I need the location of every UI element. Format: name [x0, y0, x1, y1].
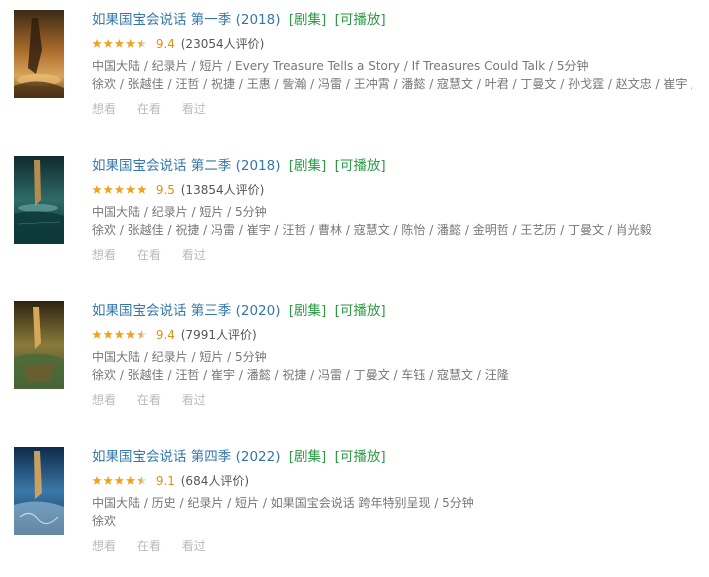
want-to-watch-button[interactable]: 想看 [92, 248, 116, 262]
result-item: 如果国宝会说话 第三季 (2020) [剧集] [可播放] 9.4 (7991人… [0, 301, 709, 431]
tag-playable[interactable]: [可播放] [335, 158, 386, 174]
cast-list: 徐欢 / 张越佳 / 祝捷 / 冯雷 / 崔宇 / 汪哲 / 曹林 / 寇慧文 … [92, 223, 652, 237]
want-to-watch-button[interactable]: 想看 [92, 539, 116, 553]
poster-image[interactable] [14, 10, 64, 98]
rating-count: (13854人评价) [180, 183, 265, 197]
result-item: 如果国宝会说话 第一季 (2018) [剧集] [可播放] 9.4 (23054… [0, 10, 709, 140]
star-icon [114, 38, 124, 48]
item-title[interactable]: 如果国宝会说话 第三季 (2020) [92, 303, 280, 319]
rating-stars [92, 329, 147, 339]
star-icon [114, 184, 124, 194]
tag-series[interactable]: [剧集] [289, 303, 327, 319]
cast-list: 徐欢 / 张越佳 / 汪哲 / 祝捷 / 王惠 / 訾瀚 / 冯雷 / 王冲霄 … [92, 77, 692, 91]
star-icon [126, 475, 136, 485]
star-icon [103, 184, 113, 194]
poster-image[interactable] [14, 156, 64, 244]
rating-score: 9.1 [155, 474, 175, 488]
rating-stars [92, 184, 147, 194]
poster-image[interactable] [14, 447, 64, 535]
watched-button[interactable]: 看过 [182, 102, 206, 116]
watched-button[interactable]: 看过 [182, 393, 206, 407]
result-item: 如果国宝会说话 第二季 (2018) [剧集] [可播放] 9.5 (13854… [0, 156, 709, 286]
star-icon [114, 329, 124, 339]
result-item: 如果国宝会说话 第四季 (2022) [剧集] [可播放] 9.1 (684人评… [0, 447, 709, 577]
item-title[interactable]: 如果国宝会说话 第二季 (2018) [92, 158, 280, 174]
rating-count: (23054人评价) [180, 37, 265, 51]
item-title[interactable]: 如果国宝会说话 第一季 (2018) [92, 12, 280, 28]
meta-info: 中国大陆 / 纪录片 / 短片 / Every Treasure Tells a… [92, 59, 589, 73]
want-to-watch-button[interactable]: 想看 [92, 102, 116, 116]
tag-playable[interactable]: [可播放] [335, 449, 386, 465]
star-icon [126, 329, 136, 339]
star-icon [103, 329, 113, 339]
star-icon [92, 38, 102, 48]
tag-playable[interactable]: [可播放] [335, 12, 386, 28]
meta-info: 中国大陆 / 历史 / 纪录片 / 短片 / 如果国宝会说话 跨年特别呈现 / … [92, 496, 474, 510]
tag-playable[interactable]: [可播放] [335, 303, 386, 319]
star-icon [126, 184, 136, 194]
watching-button[interactable]: 在看 [137, 539, 161, 553]
star-icon [114, 475, 124, 485]
cast-list: 徐欢 [92, 514, 117, 528]
star-icon [126, 38, 136, 48]
rating-count: (684人评价) [180, 474, 250, 488]
star-icon [137, 475, 147, 485]
watched-button[interactable]: 看过 [182, 248, 206, 262]
rating-stars [92, 475, 147, 485]
watched-button[interactable]: 看过 [182, 539, 206, 553]
tag-series[interactable]: [剧集] [289, 12, 327, 28]
meta-info: 中国大陆 / 纪录片 / 短片 / 5分钟 [92, 350, 267, 364]
rating-score: 9.5 [155, 183, 175, 197]
rating-stars [92, 38, 147, 48]
rating-score: 9.4 [155, 328, 175, 342]
star-icon [92, 184, 102, 194]
item-title[interactable]: 如果国宝会说话 第四季 (2022) [92, 449, 280, 465]
rating-count: (7991人评价) [180, 328, 257, 342]
meta-info: 中国大陆 / 纪录片 / 短片 / 5分钟 [92, 205, 267, 219]
star-icon [92, 329, 102, 339]
watching-button[interactable]: 在看 [137, 393, 161, 407]
star-icon [137, 38, 147, 48]
tag-series[interactable]: [剧集] [289, 158, 327, 174]
watching-button[interactable]: 在看 [137, 102, 161, 116]
star-icon [137, 329, 147, 339]
star-icon [92, 475, 102, 485]
star-icon [103, 475, 113, 485]
watching-button[interactable]: 在看 [137, 248, 161, 262]
poster-image[interactable] [14, 301, 64, 389]
star-icon [103, 38, 113, 48]
want-to-watch-button[interactable]: 想看 [92, 393, 116, 407]
star-icon [137, 184, 147, 194]
rating-score: 9.4 [155, 37, 175, 51]
tag-series[interactable]: [剧集] [289, 449, 327, 465]
cast-list: 徐欢 / 张越佳 / 汪哲 / 崔宇 / 潘懿 / 祝捷 / 冯雷 / 丁曼文 … [92, 368, 509, 382]
